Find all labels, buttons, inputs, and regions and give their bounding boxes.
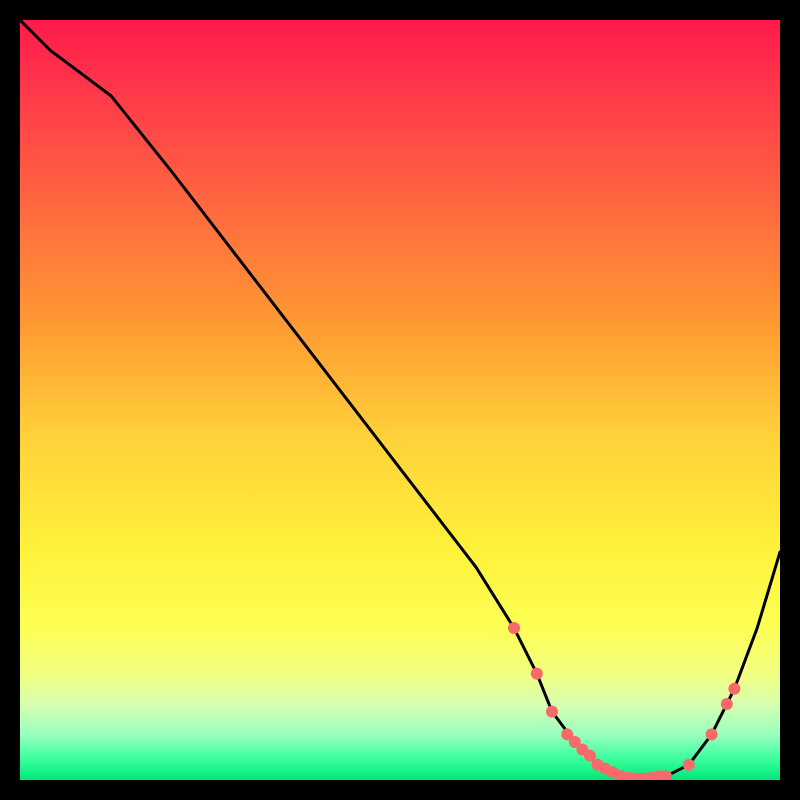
marker-dot	[508, 622, 520, 634]
marker-dot	[546, 706, 558, 718]
gradient-background	[20, 20, 780, 780]
marker-dot	[721, 698, 733, 710]
marker-dot	[706, 728, 718, 740]
marker-dot	[728, 683, 740, 695]
chart-frame: TheBottleneck.com	[20, 20, 780, 780]
chart-svg	[20, 20, 780, 780]
marker-dot	[531, 668, 543, 680]
marker-dot	[683, 759, 695, 771]
